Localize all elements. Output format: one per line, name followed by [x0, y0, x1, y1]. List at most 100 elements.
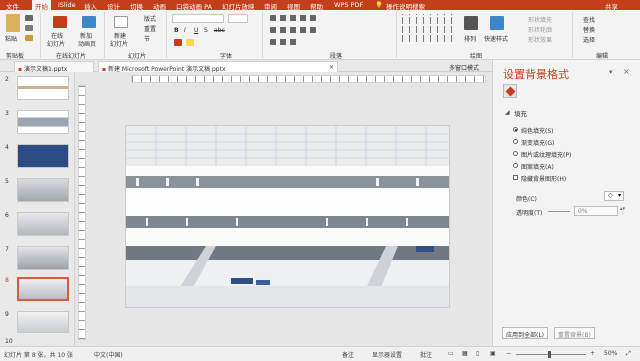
color-picker-button[interactable]: ◇ ▾	[604, 191, 624, 201]
zoom-out-icon[interactable]: −	[506, 350, 511, 357]
shapes-gallery[interactable]	[402, 14, 458, 44]
picture-fill-radio[interactable]	[513, 151, 518, 156]
zoom-slider-thumb[interactable]	[548, 351, 551, 358]
zoom-in-icon[interactable]: +	[590, 350, 595, 357]
online-slides-label-2[interactable]: 幻灯片	[47, 39, 65, 48]
transparency-label: 透明度(T)	[516, 210, 543, 217]
cut-icon[interactable]	[25, 15, 33, 21]
picture-fill-label[interactable]: 图片或纹理填充(P)	[521, 150, 571, 159]
lightbulb-icon: 💡	[375, 1, 384, 9]
paragraph-list-icons[interactable]	[270, 15, 316, 21]
reset-background-button[interactable]: 重置背景(B)	[554, 327, 595, 339]
font-name-dropdown[interactable]	[172, 14, 224, 23]
slide-number-7: 7	[5, 246, 9, 253]
bold-button[interactable]: B	[174, 27, 179, 34]
spinner-arrows-icon[interactable]: ▴▾	[620, 206, 626, 216]
section-button[interactable]: 节	[144, 34, 150, 43]
select-button[interactable]: 选择	[583, 35, 595, 44]
gradient-fill-radio[interactable]	[513, 139, 518, 144]
close-icon[interactable]: ×	[623, 67, 630, 76]
color-label: 颜色(C)	[516, 196, 537, 203]
quick-styles-label[interactable]: 快速样式	[484, 34, 508, 43]
shadow-button[interactable]: S	[204, 27, 208, 34]
section-chevron-icon[interactable]: ◢	[505, 109, 510, 116]
slide-thumb-2[interactable]	[17, 76, 69, 100]
new-slide-label-2[interactable]: 幻灯片	[110, 39, 128, 48]
display-settings-button[interactable]: 显示器设置	[372, 350, 402, 359]
italic-button[interactable]: I	[184, 27, 186, 34]
multi-window-button[interactable]: 多窗口模式	[446, 61, 490, 72]
paragraph-spacing-icons[interactable]	[270, 39, 300, 45]
font-color-icon[interactable]	[174, 39, 182, 46]
hide-graphics-checkbox[interactable]	[513, 175, 518, 180]
notes-button[interactable]: 备注	[342, 350, 354, 359]
replace-button[interactable]: 替换	[583, 25, 595, 34]
shape-effects-button[interactable]: 形状效果	[528, 35, 552, 44]
chevron-down-icon[interactable]: ▾	[609, 68, 613, 76]
slide-thumb-4[interactable]	[17, 144, 69, 168]
slide-number-5: 5	[5, 178, 9, 185]
solid-fill-radio[interactable]	[513, 127, 518, 132]
slide-canvas[interactable]	[125, 125, 450, 308]
document-tab-bar: ▪ 演示文稿1.pptx ▪ 新建 Microsoft PowerPoint 演…	[0, 60, 492, 73]
copy-icon[interactable]	[25, 25, 33, 31]
layout-button[interactable]: 版式	[144, 14, 156, 23]
comments-button[interactable]: 批注	[420, 350, 432, 359]
format-background-pane: 设置背景格式 ▾ ×	[492, 60, 640, 346]
apply-to-all-button[interactable]: 应用到全部(L)	[502, 327, 549, 339]
zoom-level[interactable]: 50%	[604, 350, 617, 357]
slide-thumb-9[interactable]	[17, 311, 69, 333]
doc-tab-2[interactable]: ▪ 新建 Microsoft PowerPoint 演示文稿.pptx ×	[98, 61, 338, 73]
slide-thumb-6[interactable]	[17, 212, 69, 236]
slide-thumb-7[interactable]	[17, 246, 69, 270]
find-button[interactable]: 查找	[583, 15, 595, 24]
slide-thumb-8-selected[interactable]	[17, 277, 69, 301]
pattern-fill-label[interactable]: 图案填充(A)	[521, 162, 554, 171]
reading-view-icon[interactable]: ▯	[476, 350, 479, 357]
sorter-view-icon[interactable]: ▦	[462, 350, 468, 357]
fit-to-window-icon[interactable]: ⤢	[626, 350, 631, 358]
menu-islide[interactable]: iSlide	[58, 1, 76, 9]
vertical-ruler	[78, 85, 86, 340]
hide-graphics-label[interactable]: 隐藏背景图形(H)	[521, 174, 566, 183]
language-indicator[interactable]: 中文(中国)	[94, 350, 123, 359]
arrange-label[interactable]: 排列	[464, 34, 476, 43]
new-anim-page-icon[interactable]	[82, 16, 96, 28]
shape-fill-button[interactable]: 形状填充	[528, 15, 552, 24]
strikethrough-button[interactable]: abc	[214, 27, 225, 34]
transparency-slider[interactable]	[548, 211, 570, 212]
fill-bucket-icon[interactable]	[503, 84, 517, 98]
slide-number-3: 3	[5, 110, 9, 117]
fill-section-header[interactable]: 填充	[514, 108, 527, 118]
group-label-paragraph: 段落	[330, 53, 343, 60]
library-interior-image	[126, 126, 449, 307]
menu-home[interactable]: 开始	[32, 0, 51, 11]
slide-number-10: 10	[5, 338, 13, 345]
transparency-input[interactable]: 0%	[574, 206, 618, 216]
solid-fill-label[interactable]: 纯色填充(S)	[521, 126, 554, 135]
highlight-icon[interactable]	[186, 39, 194, 46]
close-icon[interactable]: ×	[329, 64, 334, 71]
pattern-fill-radio[interactable]	[513, 163, 518, 168]
shape-outline-button[interactable]: 形状轮廓	[528, 25, 552, 34]
slide-thumb-3[interactable]	[17, 110, 69, 134]
new-anim-label-2[interactable]: 动画页	[78, 39, 96, 48]
reset-button[interactable]: 重置	[144, 24, 156, 33]
gradient-fill-label[interactable]: 渐变填充(G)	[521, 138, 554, 147]
font-size-dropdown[interactable]	[228, 14, 248, 23]
normal-view-icon[interactable]: ▭	[448, 350, 454, 357]
paragraph-align-icons[interactable]	[270, 27, 316, 33]
slide-thumb-5[interactable]	[17, 178, 69, 202]
chevron-down-icon: ▾	[617, 192, 621, 199]
new-slide-icon[interactable]	[114, 16, 128, 28]
online-slides-icon[interactable]	[53, 16, 67, 28]
menu-wps-pdf[interactable]: WPS PDF	[334, 1, 363, 9]
zoom-slider[interactable]	[516, 354, 586, 355]
quick-styles-icon[interactable]	[490, 16, 504, 30]
slideshow-view-icon[interactable]: ▣	[490, 350, 496, 357]
doc-tab-1[interactable]: ▪ 演示文稿1.pptx	[14, 61, 94, 73]
format-painter-icon[interactable]	[25, 35, 33, 41]
underline-button[interactable]: U	[194, 27, 198, 34]
arrange-icon[interactable]	[464, 16, 478, 30]
paste-icon[interactable]	[6, 14, 20, 32]
